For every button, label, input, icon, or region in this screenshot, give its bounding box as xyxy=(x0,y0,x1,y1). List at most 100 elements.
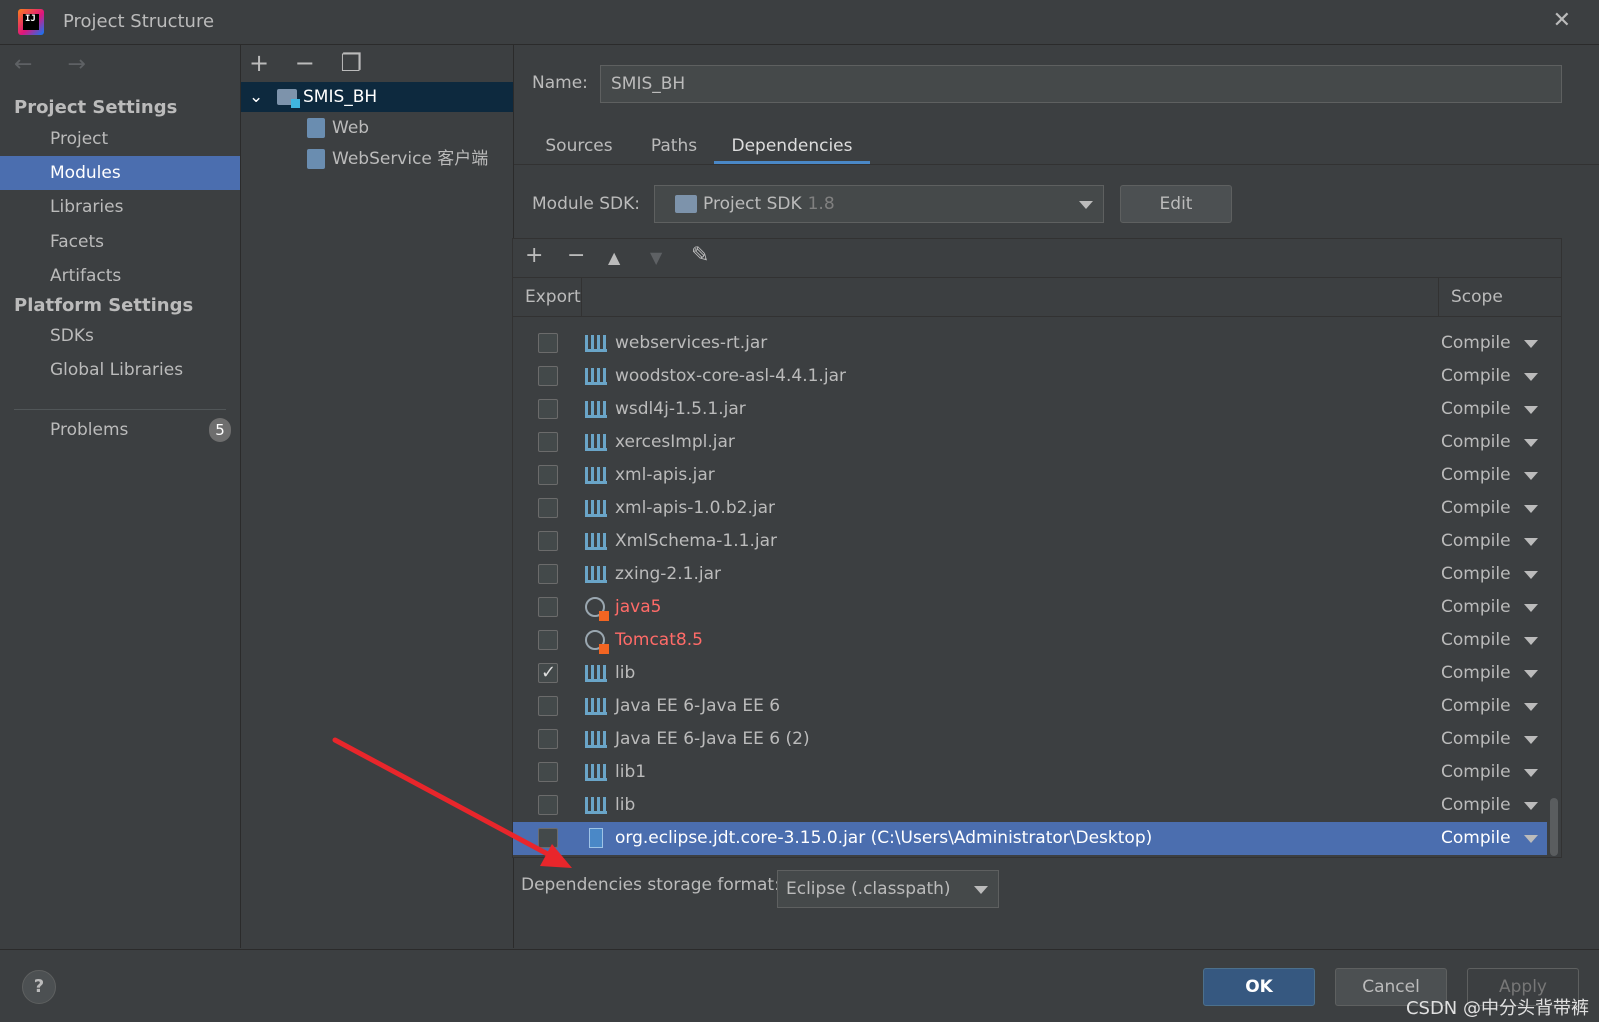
scope-dropdown-icon[interactable] xyxy=(1524,373,1538,381)
nav-item-libraries[interactable]: Libraries xyxy=(0,190,240,224)
scope-value[interactable]: Compile xyxy=(1441,327,1511,360)
dependency-row[interactable]: xml-apis.jar Compile xyxy=(513,459,1547,492)
dependency-row[interactable]: Tomcat8.5 Compile xyxy=(513,624,1547,657)
ok-button[interactable]: OK xyxy=(1203,968,1315,1006)
scope-dropdown-icon[interactable] xyxy=(1524,571,1538,579)
export-checkbox[interactable] xyxy=(538,531,558,551)
scope-value[interactable]: Compile xyxy=(1441,723,1511,756)
back-forward-arrows-icon[interactable]: ← → xyxy=(14,52,100,77)
scope-dropdown-icon[interactable] xyxy=(1524,835,1538,843)
scope-dropdown-icon[interactable] xyxy=(1524,472,1538,480)
help-button[interactable]: ? xyxy=(22,970,56,1004)
scope-value[interactable]: Compile xyxy=(1441,756,1511,789)
scope-dropdown-icon[interactable] xyxy=(1524,703,1538,711)
storage-format-select[interactable]: Eclipse (.classpath) xyxy=(777,870,999,908)
scope-value[interactable]: Compile xyxy=(1441,591,1511,624)
add-dependency-icon[interactable]: + xyxy=(525,243,543,268)
edit-pencil-icon[interactable]: ✎ xyxy=(691,243,709,268)
export-checkbox[interactable] xyxy=(538,630,558,650)
dependency-row[interactable]: Java EE 6-Java EE 6 (2) Compile xyxy=(513,723,1547,756)
chevron-down-icon[interactable]: ⌄ xyxy=(249,82,263,112)
dependency-row[interactable]: wsdl4j-1.5.1.jar Compile xyxy=(513,393,1547,426)
nav-item-facets[interactable]: Facets xyxy=(0,225,240,259)
move-up-icon[interactable]: ▲ xyxy=(608,248,620,267)
dependency-row[interactable]: zxing-2.1.jar Compile xyxy=(513,558,1547,591)
scope-value[interactable]: Compile xyxy=(1441,525,1511,558)
scope-dropdown-icon[interactable] xyxy=(1524,340,1538,348)
dependency-row[interactable]: lib1 Compile xyxy=(513,756,1547,789)
tree-item-web[interactable]: Web xyxy=(241,113,513,143)
scope-dropdown-icon[interactable] xyxy=(1524,769,1538,777)
dependency-row[interactable]: xml-apis-1.0.b2.jar Compile xyxy=(513,492,1547,525)
export-checkbox[interactable] xyxy=(538,762,558,782)
scope-value[interactable]: Compile xyxy=(1441,426,1511,459)
scope-dropdown-icon[interactable] xyxy=(1524,439,1538,447)
scope-value[interactable]: Compile xyxy=(1441,393,1511,426)
scope-dropdown-icon[interactable] xyxy=(1524,604,1538,612)
edit-sdk-button[interactable]: Edit xyxy=(1120,185,1232,223)
dependency-row[interactable]: java5 Compile xyxy=(513,591,1547,624)
export-checkbox[interactable] xyxy=(538,795,558,815)
nav-item-global-libraries[interactable]: Global Libraries xyxy=(0,353,240,387)
tab-dependencies[interactable]: Dependencies xyxy=(714,132,870,164)
tree-item-smis-bh[interactable]: ⌄ SMIS_BH xyxy=(241,82,513,112)
move-down-icon[interactable]: ▼ xyxy=(650,248,662,267)
scroll-thumb[interactable] xyxy=(1550,798,1558,856)
scope-dropdown-icon[interactable] xyxy=(1524,406,1538,414)
export-checkbox[interactable] xyxy=(538,465,558,485)
export-checkbox[interactable] xyxy=(538,498,558,518)
export-checkbox[interactable] xyxy=(538,432,558,452)
scope-value[interactable]: Compile xyxy=(1441,789,1511,822)
export-checkbox[interactable] xyxy=(538,696,558,716)
column-scope[interactable]: Scope xyxy=(1451,278,1503,316)
scope-dropdown-icon[interactable] xyxy=(1524,505,1538,513)
nav-item-sdks[interactable]: SDKs xyxy=(0,319,240,353)
column-export[interactable]: Export xyxy=(525,278,581,316)
dependencies-scrollbar[interactable] xyxy=(1548,317,1560,857)
dependency-row[interactable]: lib Compile xyxy=(513,656,1547,690)
dependency-row[interactable]: XmlSchema-1.1.jar Compile xyxy=(513,525,1547,558)
remove-module-icon[interactable]: − xyxy=(295,49,315,77)
dependency-name: xml-apis-1.0.b2.jar xyxy=(615,498,775,518)
scope-value[interactable]: Compile xyxy=(1441,360,1511,393)
scope-value[interactable]: Compile xyxy=(1441,459,1511,492)
dependency-row[interactable]: org.eclipse.jdt.core-3.15.0.jar (C:\User… xyxy=(513,822,1547,855)
module-name-input[interactable]: SMIS_BH xyxy=(600,65,1562,103)
dependency-row[interactable]: xercesImpl.jar Compile xyxy=(513,426,1547,459)
nav-item-problems[interactable]: Problems xyxy=(0,413,240,447)
tree-item-webservice-client[interactable]: WebService 客户端 xyxy=(241,144,513,174)
scope-value[interactable]: Compile xyxy=(1441,657,1511,690)
copy-module-icon[interactable]: ❐ xyxy=(341,49,363,77)
export-checkbox[interactable] xyxy=(538,333,558,353)
scope-dropdown-icon[interactable] xyxy=(1524,802,1538,810)
export-checkbox[interactable] xyxy=(538,828,558,848)
remove-dependency-icon[interactable]: − xyxy=(567,243,585,268)
scope-value[interactable]: Compile xyxy=(1441,492,1511,525)
scope-value[interactable]: Compile xyxy=(1441,822,1511,855)
export-checkbox[interactable] xyxy=(538,366,558,386)
dependency-row[interactable]: woodstox-core-asl-4.4.1.jar Compile xyxy=(513,360,1547,393)
scope-dropdown-icon[interactable] xyxy=(1524,736,1538,744)
dependency-row[interactable]: webservices-rt.jar Compile xyxy=(513,327,1547,360)
nav-item-project[interactable]: Project xyxy=(0,122,240,156)
scope-value[interactable]: Compile xyxy=(1441,624,1511,657)
tab-sources[interactable]: Sources xyxy=(534,132,624,164)
export-checkbox[interactable] xyxy=(538,597,558,617)
export-checkbox[interactable] xyxy=(538,564,558,584)
export-checkbox[interactable] xyxy=(538,729,558,749)
export-checkbox[interactable] xyxy=(538,656,558,689)
dependency-row[interactable]: Java EE 6-Java EE 6 Compile xyxy=(513,690,1547,723)
export-checkbox[interactable] xyxy=(538,399,558,419)
tab-paths[interactable]: Paths xyxy=(634,132,714,164)
dependency-row[interactable]: lib Compile xyxy=(513,789,1547,822)
scope-dropdown-icon[interactable] xyxy=(1524,670,1538,678)
scope-dropdown-icon[interactable] xyxy=(1524,637,1538,645)
scope-value[interactable]: Compile xyxy=(1441,558,1511,591)
close-icon[interactable]: ✕ xyxy=(1553,8,1571,33)
module-sdk-select[interactable]: Project SDK 1.8 xyxy=(654,185,1104,223)
nav-item-modules[interactable]: Modules xyxy=(0,156,240,190)
nav-item-artifacts[interactable]: Artifacts xyxy=(0,259,240,293)
scope-value[interactable]: Compile xyxy=(1441,690,1511,723)
add-module-icon[interactable]: + xyxy=(249,49,269,77)
scope-dropdown-icon[interactable] xyxy=(1524,538,1538,546)
